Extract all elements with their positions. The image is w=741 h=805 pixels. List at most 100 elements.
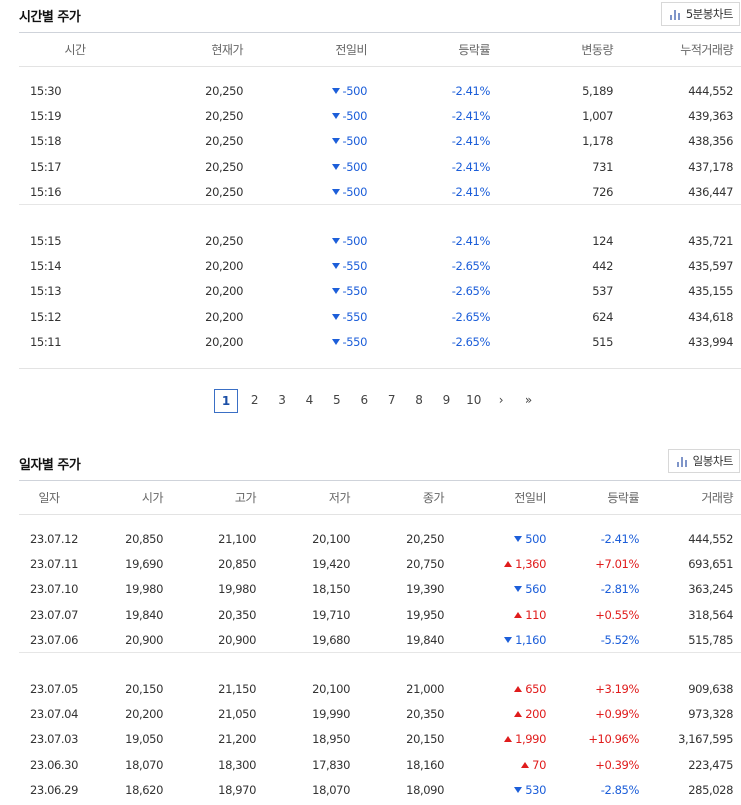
page-4[interactable]: 4 xyxy=(296,389,323,413)
change-volume-cell: 1,007 xyxy=(582,109,613,124)
volume-cell: 973,328 xyxy=(688,707,733,722)
diff-cell: -550 xyxy=(251,279,375,304)
volume-cell: 363,245 xyxy=(688,582,733,597)
diff-cell-value: -550 xyxy=(342,284,368,299)
date-cell: 23.07.07 xyxy=(30,607,79,622)
close-cell: 20,750 xyxy=(406,557,444,572)
table-row: 15:15 20,250 -500 -2.41% 124 435,721 xyxy=(19,228,741,253)
diff-cell: 1,160 xyxy=(452,627,554,652)
diff-cell: -550 xyxy=(251,254,375,279)
down-triangle-icon xyxy=(331,263,340,270)
diff-cell: 110 xyxy=(452,602,554,627)
page-2[interactable]: 2 xyxy=(241,389,268,413)
table-row: 23.06.29 18,620 18,970 18,070 18,090 530 -2.85… xyxy=(19,777,741,802)
change-volume-cell: 624 xyxy=(592,309,613,324)
table-row: 23.07.12 20,850 21,100 20,100 20,250 500 -2.41… xyxy=(19,527,741,552)
down-triangle-icon xyxy=(331,238,340,245)
low-cell: 20,100 xyxy=(312,682,350,697)
page-9[interactable]: 9 xyxy=(433,389,460,413)
cumulative-volume-cell: 436,447 xyxy=(688,184,733,199)
cumulative-volume-cell: 438,356 xyxy=(688,134,733,149)
diff-cell-value: 110 xyxy=(525,607,546,622)
page-6[interactable]: 6 xyxy=(351,389,378,413)
open-cell: 19,690 xyxy=(125,557,163,572)
up-triangle-icon xyxy=(514,686,523,693)
open-cell: 20,900 xyxy=(125,632,163,647)
daily-price-table: 일자 시가 고가 저가 종가 전일비 등락률 거래량 23.07.12 20,85… xyxy=(19,480,741,802)
rate-cell: +10.96% xyxy=(588,732,639,747)
five-minute-chart-button[interactable]: 5분봉차트 xyxy=(660,2,740,26)
time-cell: 15:13 xyxy=(30,284,62,299)
diff-cell: 1,360 xyxy=(452,552,554,577)
rate-cell: +0.99% xyxy=(595,707,639,722)
diff-cell-value: -550 xyxy=(342,309,368,324)
volume-cell: 285,028 xyxy=(688,782,733,797)
low-cell: 19,990 xyxy=(312,707,350,722)
page-1[interactable]: 1 xyxy=(214,389,238,413)
open-cell: 18,070 xyxy=(125,757,163,772)
time-cell: 15:16 xyxy=(30,184,62,199)
high-cell: 18,970 xyxy=(218,782,256,797)
down-triangle-icon xyxy=(331,88,340,95)
spacer-row xyxy=(19,67,741,79)
rate-cell: -2.41% xyxy=(451,84,491,99)
daily-chart-button[interactable]: 일봉차트 xyxy=(667,449,740,473)
group-divider xyxy=(19,203,741,229)
high-cell: 19,980 xyxy=(218,582,256,597)
down-triangle-icon xyxy=(331,163,340,170)
header-open: 시가 xyxy=(79,480,171,515)
down-triangle-icon xyxy=(504,636,513,643)
open-cell: 20,200 xyxy=(125,707,163,722)
close-cell: 21,000 xyxy=(406,682,444,697)
diff-cell: -500 xyxy=(251,129,375,154)
rate-cell: -2.65% xyxy=(451,284,491,299)
rate-cell: -5.52% xyxy=(600,632,640,647)
table-row: 23.07.11 19,690 20,850 19,420 20,750 1,360 +7.… xyxy=(19,552,741,577)
volume-cell: 909,638 xyxy=(688,682,733,697)
volume-cell: 223,475 xyxy=(688,757,733,772)
high-cell: 20,850 xyxy=(218,557,256,572)
rate-cell: +0.55% xyxy=(595,607,639,622)
page-3[interactable]: 3 xyxy=(268,389,295,413)
header-date: 일자 xyxy=(19,480,79,515)
price-cell: 20,200 xyxy=(205,309,243,324)
down-triangle-icon xyxy=(514,586,523,593)
low-cell: 19,710 xyxy=(312,607,350,622)
diff-cell: -500 xyxy=(251,79,375,104)
next-page-icon[interactable]: › xyxy=(488,389,515,413)
table-row: 15:16 20,250 -500 -2.41% 726 436,447 xyxy=(19,179,741,204)
table-row: 15:17 20,250 -500 -2.41% 731 437,178 xyxy=(19,154,741,179)
open-cell: 19,840 xyxy=(125,607,163,622)
rate-cell: +7.01% xyxy=(595,557,639,572)
diff-cell: 530 xyxy=(452,777,554,802)
page-7[interactable]: 7 xyxy=(378,389,405,413)
diff-cell: -500 xyxy=(251,179,375,204)
rate-cell: -2.65% xyxy=(451,259,491,274)
up-triangle-icon xyxy=(514,711,523,718)
table-row: 23.07.03 19,050 21,200 18,950 20,150 1,990 +10… xyxy=(19,727,741,752)
table-row: 23.07.05 20,150 21,150 20,100 21,000 650 +3.19… xyxy=(19,676,741,701)
pagination: 1 2 3 4 5 6 7 8 9 10 › » xyxy=(214,389,542,413)
cumulative-volume-cell: 435,721 xyxy=(688,234,733,249)
five-minute-chart-label: 5분봉차트 xyxy=(685,7,734,21)
page-5[interactable]: 5 xyxy=(323,389,350,413)
cumulative-volume-cell: 435,155 xyxy=(688,284,733,299)
page-8[interactable]: 8 xyxy=(405,389,432,413)
page-10[interactable]: 10 xyxy=(460,389,487,413)
diff-cell-value: 500 xyxy=(525,532,546,547)
date-cell: 23.07.03 xyxy=(30,732,79,747)
cumulative-volume-cell: 435,597 xyxy=(688,259,733,274)
price-cell: 20,250 xyxy=(205,134,243,149)
high-cell: 20,350 xyxy=(218,607,256,622)
up-triangle-icon xyxy=(504,561,513,568)
diff-cell: 1,990 xyxy=(452,727,554,752)
price-cell: 20,250 xyxy=(205,234,243,249)
high-cell: 21,200 xyxy=(218,732,256,747)
high-cell: 21,150 xyxy=(218,682,256,697)
rate-cell: +3.19% xyxy=(595,682,639,697)
date-cell: 23.07.04 xyxy=(30,707,79,722)
low-cell: 18,150 xyxy=(312,582,350,597)
group-divider xyxy=(19,651,741,677)
price-cell: 20,200 xyxy=(205,259,243,274)
last-page-icon[interactable]: » xyxy=(515,389,542,413)
